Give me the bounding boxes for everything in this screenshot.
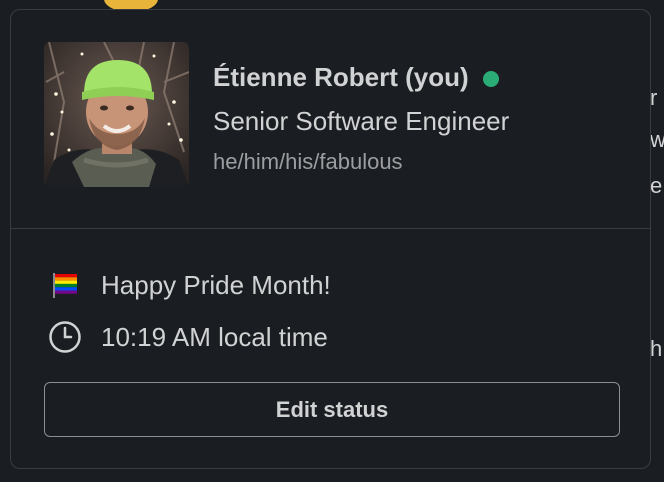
avatar[interactable] [44,42,189,187]
presence-indicator-icon [482,70,499,87]
clock-icon [47,319,83,355]
background-letter: e [650,173,663,198]
avatar-photo [44,42,189,187]
background-letter: w [650,127,664,152]
background-letter: h [650,336,663,361]
local-time: 10:19 AM local time [47,319,328,355]
edit-status-button[interactable]: Edit status [44,382,620,437]
name-row: Étienne Robert (you) [213,62,499,93]
profile-title: Senior Software Engineer [213,106,510,136]
divider [11,228,650,229]
profile-popover: Étienne Robert (you) Senior Software Eng… [10,9,651,469]
profile-pronouns: he/him/his/fabulous [213,149,403,174]
custom-status: Happy Pride Month! [47,267,331,303]
status-text: Happy Pride Month! [101,269,331,300]
local-time-text: 10:19 AM local time [101,321,328,352]
rainbow-flag-icon [47,267,83,303]
profile-name[interactable]: Étienne Robert (you) [213,62,469,93]
background-letter: r [650,85,658,110]
